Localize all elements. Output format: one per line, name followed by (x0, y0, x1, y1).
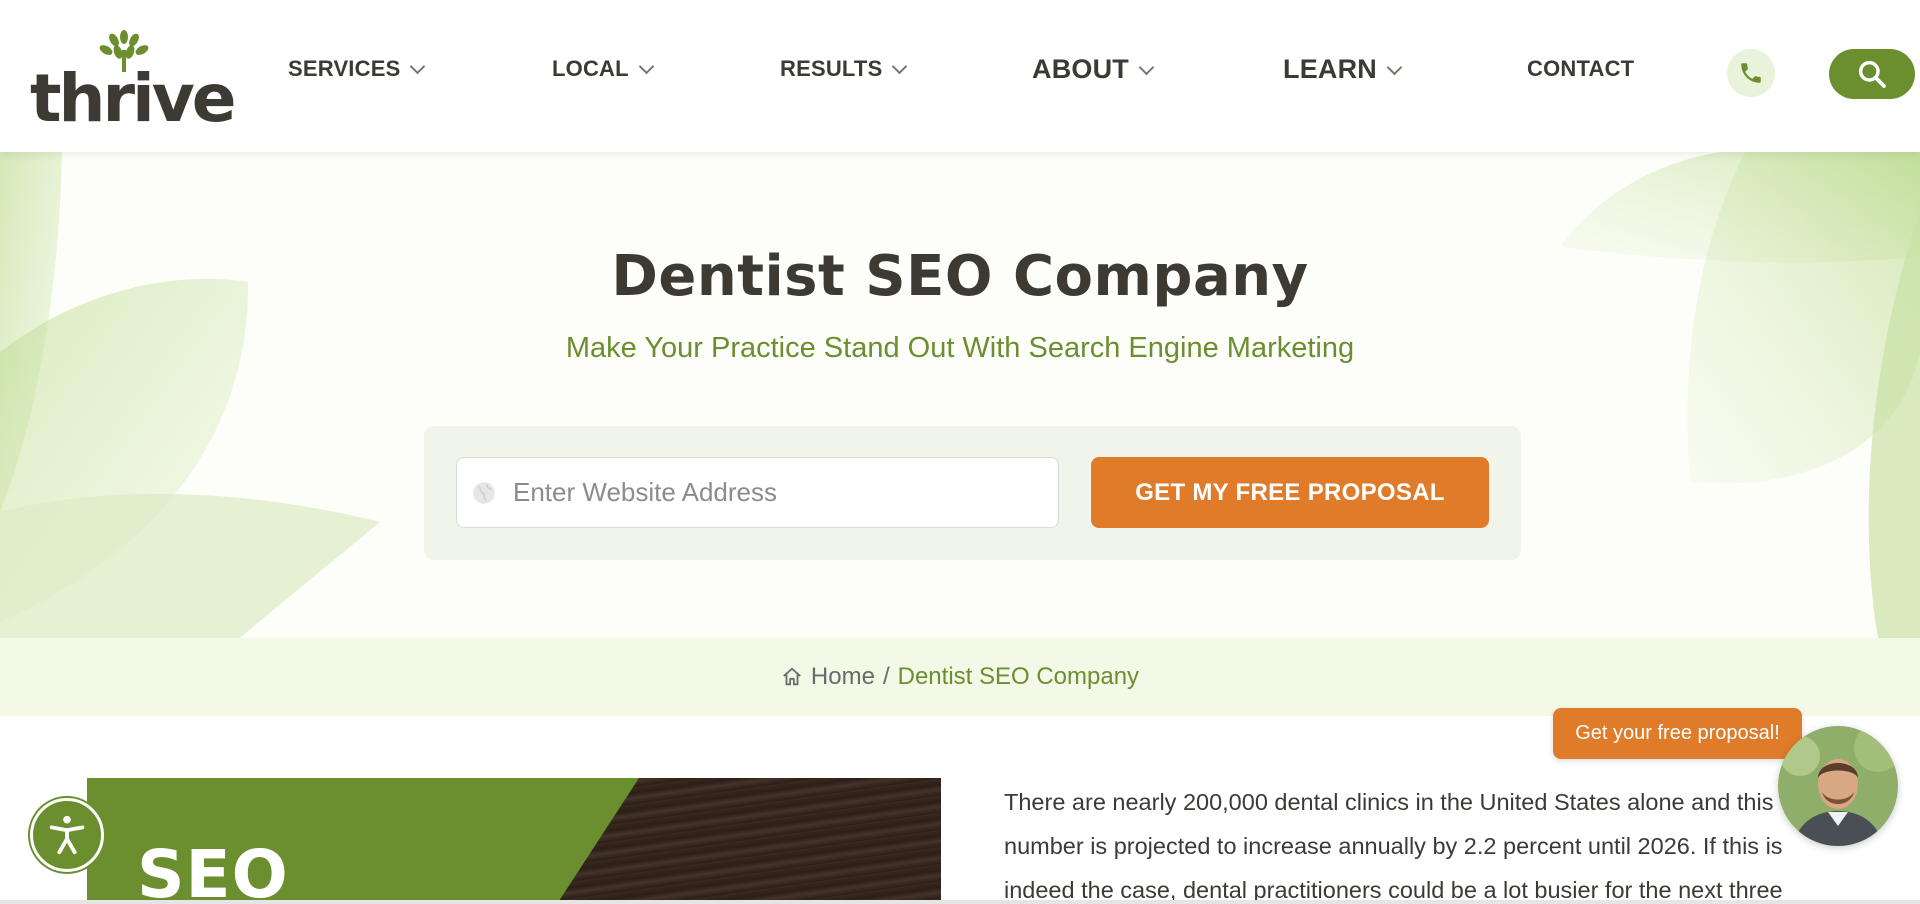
viewport-bottom-edge (0, 900, 1920, 904)
nav-learn[interactable]: LEARN (1283, 54, 1403, 85)
nav-local[interactable]: LOCAL (552, 56, 655, 82)
nav-label: CONTACT (1527, 56, 1635, 81)
agent-photo (1778, 726, 1898, 846)
chevron-down-icon (892, 58, 908, 75)
website-input-wrapper[interactable] (456, 457, 1059, 528)
breadcrumb: Home / Dentist SEO Company (0, 638, 1920, 716)
main-nav: SERVICES LOCAL RESULTS ABOUT LEARN CONTA… (0, 0, 1920, 145)
website-address-input[interactable] (513, 477, 1033, 508)
nav-results[interactable]: RESULTS (780, 56, 908, 82)
hero-section: Dentist SEO Company Make Your Practice S… (0, 152, 1920, 638)
accessibility-button[interactable] (30, 798, 104, 872)
intro-paragraph: There are nearly 200,000 dental clinics … (1004, 789, 1783, 903)
nav-label: RESULTS (780, 56, 883, 81)
phone-icon (1741, 63, 1761, 83)
chevron-down-icon (410, 58, 426, 75)
home-icon (783, 667, 801, 686)
chevron-down-icon (638, 58, 655, 75)
globe-icon (473, 481, 495, 504)
image-seo-label: SEO (137, 836, 289, 904)
nav-services[interactable]: SERVICES (288, 56, 426, 82)
nav-label: LOCAL (552, 56, 629, 81)
search-button[interactable] (1829, 49, 1915, 99)
breadcrumb-home-label: Home (810, 663, 875, 690)
nav-contact[interactable]: CONTACT (1527, 56, 1634, 82)
site-header: thrive SERVICES LOCAL RESULTS ABOUT LEAR… (0, 0, 1920, 152)
breadcrumb-separator: / (882, 663, 890, 690)
breadcrumb-home-link[interactable]: Home (781, 663, 875, 691)
nav-label: ABOUT (1032, 54, 1129, 84)
breadcrumb-current: Dentist SEO Company (897, 663, 1140, 690)
phone-button[interactable] (1727, 49, 1775, 97)
chevron-down-icon (1138, 59, 1155, 75)
page-title: Dentist SEO Company (611, 244, 1309, 309)
proposal-form: GET MY FREE PROPOSAL (424, 426, 1521, 560)
seo-feature-image: SEO (87, 778, 941, 904)
search-icon (1858, 60, 1886, 88)
chat-proposal-bubble[interactable]: Get your free proposal! (1553, 708, 1802, 759)
leaf-decoration (0, 152, 1920, 638)
chat-agent-avatar[interactable] (1778, 726, 1898, 846)
nav-label: LEARN (1283, 54, 1377, 84)
accessibility-icon (49, 815, 85, 855)
nav-about[interactable]: ABOUT (1032, 54, 1155, 85)
get-free-proposal-button[interactable]: GET MY FREE PROPOSAL (1091, 457, 1489, 528)
page-subtitle: Make Your Practice Stand Out With Search… (565, 332, 1355, 364)
nav-label: SERVICES (288, 56, 401, 81)
chevron-down-icon (1386, 59, 1403, 75)
